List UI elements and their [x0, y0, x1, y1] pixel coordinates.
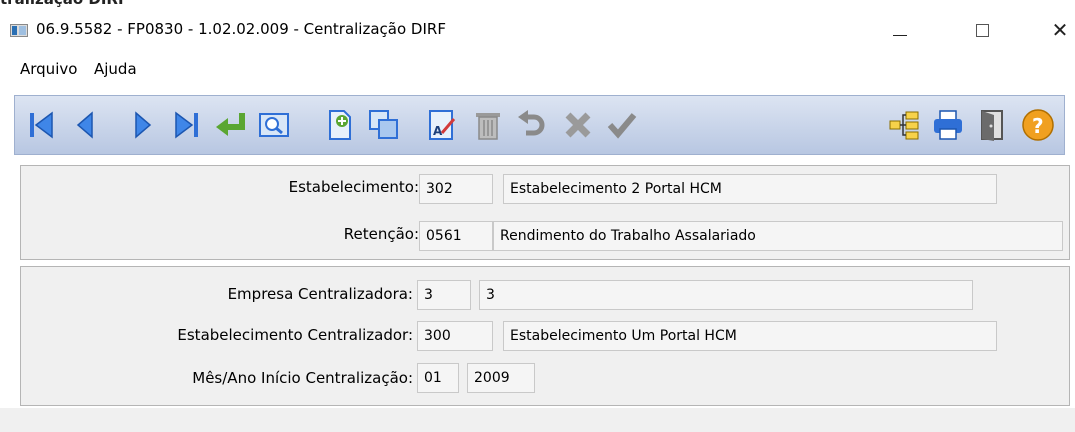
- menu-bar: Arquivo Ajuda: [0, 56, 1075, 82]
- minimize-button[interactable]: [880, 16, 920, 44]
- estab-central-desc-field: Estabelecimento Um Portal HCM: [503, 321, 997, 351]
- first-record-icon: [30, 111, 53, 139]
- last-record-button[interactable]: [167, 107, 205, 143]
- help-button[interactable]: ?: [1019, 107, 1057, 143]
- help-icon: ?: [1022, 109, 1054, 141]
- print-icon: [934, 110, 962, 140]
- first-record-button[interactable]: [23, 107, 61, 143]
- goto-button[interactable]: [211, 107, 249, 143]
- delete-record-button[interactable]: [469, 107, 507, 143]
- undo-button[interactable]: [513, 107, 551, 143]
- menu-ajuda[interactable]: Ajuda: [94, 60, 137, 78]
- previous-record-icon: [76, 111, 93, 139]
- menu-arquivo[interactable]: Arquivo: [20, 60, 77, 78]
- estab-central-code-field[interactable]: 300: [417, 321, 493, 351]
- exit-button[interactable]: [973, 107, 1011, 143]
- empresa-centralizadora-label: Empresa Centralizadora:: [227, 285, 413, 303]
- edit-record-button[interactable]: A: [423, 107, 461, 143]
- mes-field[interactable]: 01: [417, 363, 459, 393]
- edit-record-icon: A: [429, 110, 456, 140]
- tree-button[interactable]: [885, 107, 923, 143]
- window-footer: [0, 408, 1075, 432]
- goto-icon: [216, 113, 245, 136]
- new-record-icon: [329, 110, 351, 140]
- estabelecimento-desc-field: Estabelecimento 2 Portal HCM: [503, 174, 997, 204]
- copy-record-button[interactable]: [365, 107, 403, 143]
- app-icon: [10, 24, 28, 37]
- next-record-icon: [135, 111, 152, 139]
- undo-icon: [518, 110, 545, 136]
- retencao-label: Retenção:: [343, 225, 419, 243]
- last-record-icon: [175, 111, 198, 139]
- print-button[interactable]: [929, 107, 967, 143]
- search-button[interactable]: [255, 107, 293, 143]
- ano-field[interactable]: 2009: [467, 363, 535, 393]
- previous-record-button[interactable]: [67, 107, 105, 143]
- estabelecimento-code-field[interactable]: 302: [419, 174, 493, 204]
- title-bar: 06.9.5582 - FP0830 - 1.02.02.009 - Centr…: [0, 10, 1075, 50]
- tree-icon: [889, 111, 919, 140]
- estabelecimento-label: Estabelecimento:: [288, 178, 419, 196]
- empresa-desc-field: 3: [479, 280, 973, 310]
- centralizacao-panel: Empresa Centralizadora: 3 3 Estabelecime…: [20, 266, 1070, 406]
- maximize-button[interactable]: [962, 16, 1002, 44]
- retencao-desc-field: Rendimento do Trabalho Assalariado: [493, 221, 1063, 251]
- minimize-icon: [893, 34, 907, 36]
- clipped-window-title: tralização DIRF: [0, 0, 128, 8]
- confirm-button[interactable]: [603, 107, 641, 143]
- next-record-button[interactable]: [123, 107, 161, 143]
- mes-ano-inicio-label: Mês/Ano Início Centralização:: [192, 369, 413, 387]
- svg-text:A: A: [433, 124, 443, 138]
- empresa-code-field[interactable]: 3: [417, 280, 471, 310]
- maximize-icon: [975, 23, 989, 37]
- delete-record-icon: [476, 113, 500, 140]
- retencao-code-field[interactable]: 0561: [419, 221, 493, 251]
- svg-text:?: ?: [1032, 114, 1044, 138]
- close-button[interactable]: ✕: [1040, 16, 1075, 44]
- new-record-button[interactable]: [321, 107, 359, 143]
- cancel-button[interactable]: [559, 107, 597, 143]
- exit-icon: [981, 110, 1003, 141]
- cancel-icon: [565, 112, 591, 138]
- toolbar: A ?: [14, 95, 1065, 155]
- estabelecimento-centralizador-label: Estabelecimento Centralizador:: [177, 326, 413, 344]
- selection-panel: Estabelecimento: 302 Estabelecimento 2 P…: [20, 165, 1070, 260]
- confirm-icon: [607, 113, 637, 139]
- window-title: 06.9.5582 - FP0830 - 1.02.02.009 - Centr…: [36, 20, 446, 38]
- search-icon: [259, 113, 289, 137]
- copy-record-icon: [369, 110, 398, 139]
- close-icon: ✕: [1051, 18, 1069, 42]
